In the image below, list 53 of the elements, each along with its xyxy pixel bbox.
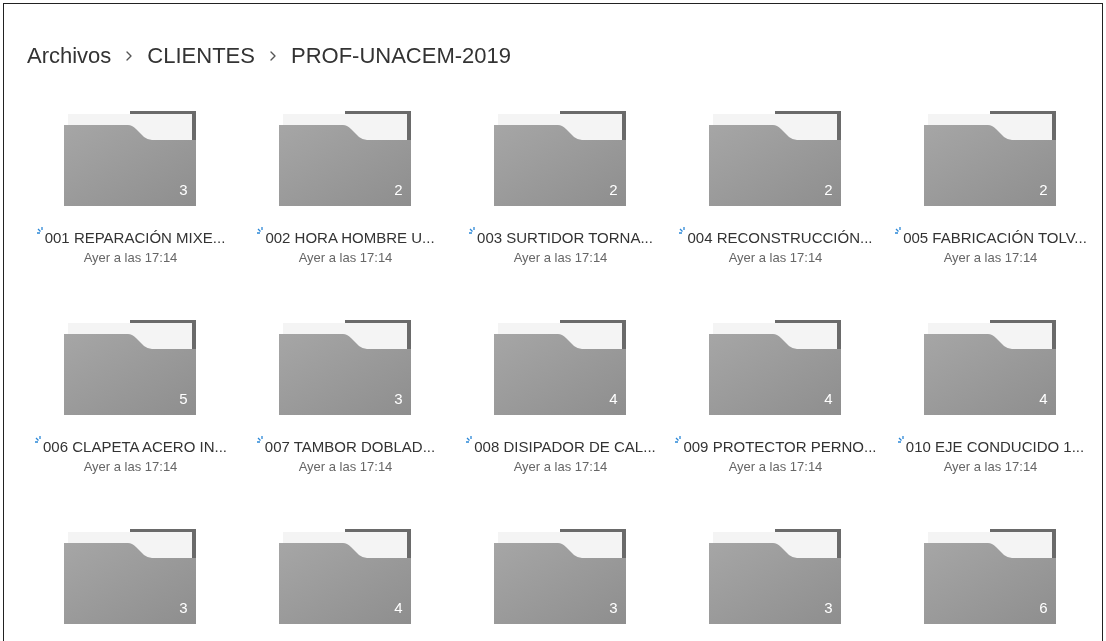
folder-name[interactable]: 008 DISIPADOR DE CAL...: [474, 438, 656, 455]
folder-icon[interactable]: [923, 319, 1058, 417]
item-count: 4: [1039, 390, 1048, 407]
item-count: 3: [179, 599, 188, 616]
item-count: 4: [609, 390, 618, 407]
breadcrumb-link[interactable]: Archivos: [27, 43, 112, 69]
modified-date: Ayer a las 17:14: [298, 250, 393, 265]
folder-icon[interactable]: [708, 528, 843, 626]
item-count: 3: [609, 599, 618, 616]
modified-date: Ayer a las 17:14: [728, 250, 823, 265]
modified-date: Ayer a las 17:14: [943, 459, 1038, 474]
folder-icon[interactable]: [708, 110, 843, 208]
folder-icon[interactable]: [923, 110, 1058, 208]
folder-name[interactable]: 002 HORA HOMBRE U...: [265, 229, 435, 246]
folder-icon[interactable]: [278, 110, 413, 208]
item-count: 2: [394, 181, 403, 198]
folder-icon[interactable]: [278, 528, 413, 626]
item-count: 3: [824, 599, 833, 616]
item-count: 4: [824, 390, 833, 407]
item-count: 3: [394, 390, 403, 407]
modified-date: Ayer a las 17:14: [513, 459, 608, 474]
folder-name[interactable]: 007 TAMBOR DOBLAD...: [264, 438, 436, 455]
modified-date: Ayer a las 17:14: [298, 459, 393, 474]
folder-name[interactable]: 010 EJE CONDUCIDO 1...: [905, 438, 1085, 455]
item-count: 5: [179, 390, 188, 407]
item-count: 4: [394, 599, 403, 616]
folder-name[interactable]: 006 CLAPETA ACERO IN...: [43, 438, 227, 455]
breadcrumb-link[interactable]: PROF-UNACEM-2019: [290, 43, 511, 69]
item-count: 3: [179, 181, 188, 198]
folder-name[interactable]: 004 RECONSTRUCCIÓN...: [687, 229, 873, 246]
folder-name[interactable]: 001 REPARACIÓN MIXE...: [44, 229, 226, 246]
folder-icon[interactable]: [708, 319, 843, 417]
folder-name[interactable]: 003 SURTIDOR TORNA...: [477, 229, 653, 246]
item-count: 2: [824, 181, 833, 198]
modified-date: Ayer a las 17:14: [83, 459, 178, 474]
folder-name[interactable]: 005 FABRICACIÓN TOLV...: [903, 229, 1087, 246]
modified-date: Ayer a las 17:14: [943, 250, 1038, 265]
breadcrumb-link[interactable]: CLIENTES: [147, 43, 255, 69]
folder-icon[interactable]: [493, 528, 628, 626]
modified-date: Ayer a las 17:14: [728, 459, 823, 474]
modified-date: Ayer a las 17:14: [513, 250, 608, 265]
folder-icon[interactable]: [63, 110, 198, 208]
folder-icon[interactable]: [63, 319, 198, 417]
folder-icon[interactable]: [493, 319, 628, 417]
modified-date: Ayer a las 17:14: [83, 250, 178, 265]
item-count: 2: [609, 181, 618, 198]
folder-icon[interactable]: [923, 528, 1058, 626]
folder-name[interactable]: 009 PROTECTOR PERNO...: [683, 438, 877, 455]
folder-icon[interactable]: [278, 319, 413, 417]
item-count: 2: [1039, 181, 1048, 198]
folder-icon[interactable]: [63, 528, 198, 626]
folder-icon[interactable]: [493, 110, 628, 208]
item-count: 6: [1039, 599, 1048, 616]
